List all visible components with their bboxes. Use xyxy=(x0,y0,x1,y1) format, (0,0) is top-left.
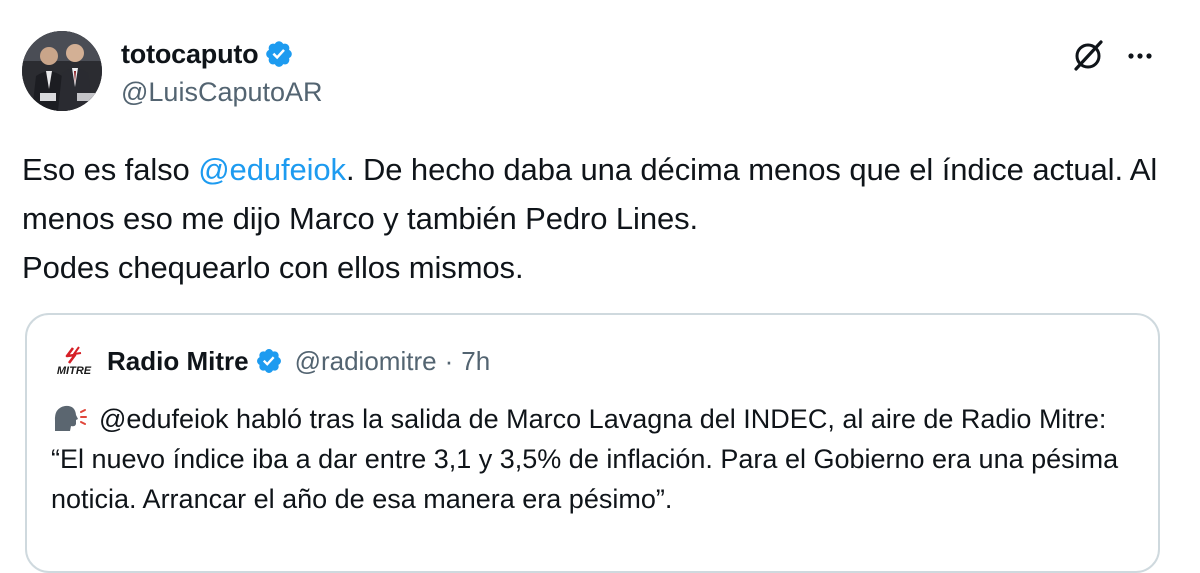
author-handle[interactable]: @LuisCaputoAR xyxy=(121,77,323,108)
avatar[interactable] xyxy=(22,31,102,111)
more-options-icon[interactable] xyxy=(1124,40,1156,72)
tweet-text: Eso es falso @edufeiok. De hecho daba un… xyxy=(22,145,1172,292)
tweet-text-part1: Eso es falso xyxy=(22,152,199,187)
quote-text: @edufeiok habló tras la salida de Marco … xyxy=(51,399,1141,519)
quote-author-handle[interactable]: @radiomitre xyxy=(295,346,437,377)
author-name[interactable]: totocaputo xyxy=(121,39,259,70)
tweet: totocaputo @LuisCaputoAR Eso es falso @e… xyxy=(0,0,1200,573)
radio-mitre-logo: MITRE xyxy=(57,346,92,377)
speaking-head-icon xyxy=(54,405,87,431)
quote-text-body: @edufeiok habló tras la salida de Marco … xyxy=(51,404,1119,514)
author-name-row: totocaputo xyxy=(121,36,294,72)
mention-link[interactable]: @edufeiok xyxy=(198,152,346,187)
avatar-photo xyxy=(22,31,102,111)
quote-timestamp[interactable]: 7h xyxy=(461,346,490,377)
quote-author-name[interactable]: Radio Mitre xyxy=(107,346,249,377)
quote-separator: · xyxy=(444,345,454,376)
quoted-tweet[interactable]: MITRE Radio Mitre @radiomitre · 7h @eduf… xyxy=(25,313,1160,573)
verified-badge-icon xyxy=(266,41,293,67)
quote-verified-badge-icon xyxy=(256,349,281,373)
radio-mitre-logo-text: MITRE xyxy=(57,365,92,377)
tweet-text-part3: Podes chequearlo con ellos mismos. xyxy=(22,250,524,285)
grok-icon[interactable] xyxy=(1070,38,1106,74)
quote-header: MITRE Radio Mitre @radiomitre · 7h xyxy=(51,341,490,381)
